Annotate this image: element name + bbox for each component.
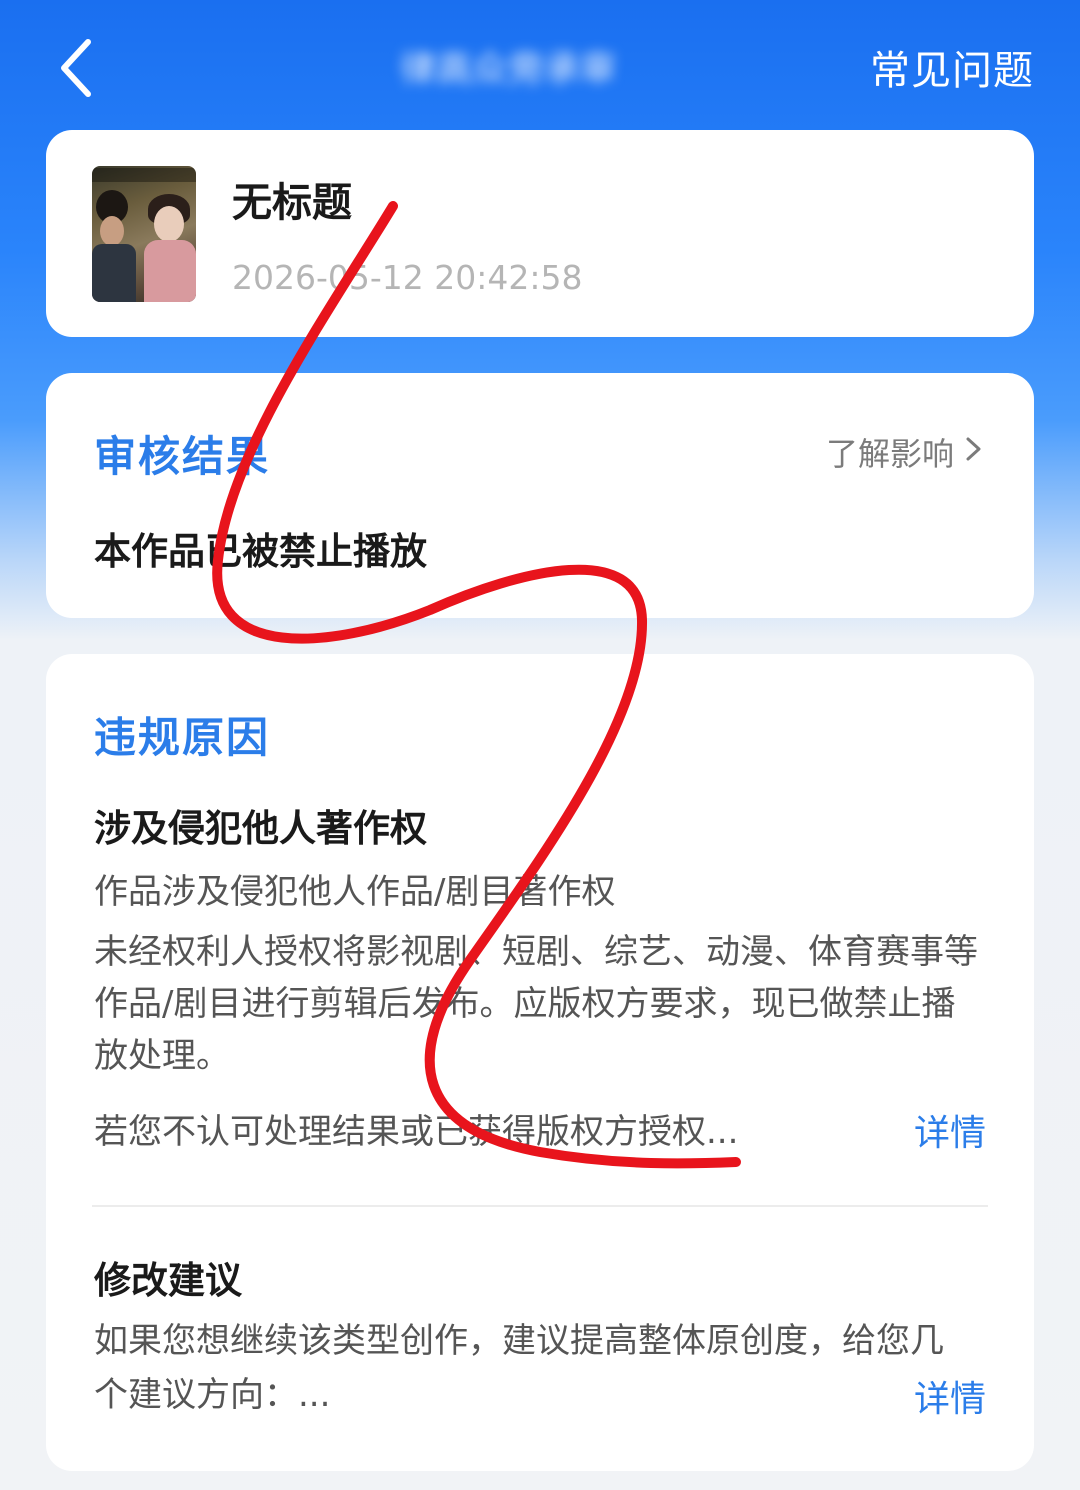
- faq-button[interactable]: 常见问题: [870, 38, 1034, 96]
- violation-reason-heading: 违规原因: [94, 713, 271, 762]
- video-card[interactable]: 无标题 2026-05-12 20:42:58: [46, 130, 1034, 337]
- violation-subtitle: 作品涉及侵犯他人作品/剧目著作权: [94, 872, 616, 912]
- suggestion-detail-link[interactable]: 详情: [914, 1370, 986, 1422]
- divider: [92, 1205, 988, 1207]
- violation-description: 未经权利人授权将影视剧、短剧、综艺、动漫、体育赛事等作品/剧目进行剪辑后发布。应…: [94, 932, 978, 1076]
- chevron-right-icon: [966, 437, 981, 461]
- page-title: 律高众旁承审: [400, 49, 617, 90]
- review-result-heading: 审核结果: [94, 432, 271, 481]
- video-timestamp: 2026-05-12 20:42:58: [232, 258, 583, 297]
- video-title: 无标题: [232, 180, 352, 226]
- top-bar: 律高众旁承审 常见问题: [0, 0, 1080, 130]
- violation-detail-link[interactable]: 详情: [914, 1104, 986, 1156]
- learn-impact-link[interactable]: 了解影响: [826, 429, 984, 475]
- violation-reason-card: 违规原因 涉及侵犯他人著作权 作品涉及侵犯他人作品/剧目著作权 未经权利人授权将…: [46, 654, 1034, 1471]
- appeal-hint-text: 若您不认可处理结果或已获得版权方授权...: [94, 1112, 739, 1152]
- violation-title: 涉及侵犯他人著作权: [94, 807, 427, 850]
- suggestion-title: 修改建议: [94, 1259, 242, 1302]
- suggestion-text: 如果您想继续该类型创作，建议提高整体原创度，给您几个建议方向：...: [94, 1321, 944, 1415]
- review-result-card: 审核结果 了解影响 本作品已被禁止播放: [46, 373, 1034, 618]
- chevron-left-icon: [61, 39, 91, 97]
- review-status-text: 本作品已被禁止播放: [94, 530, 427, 573]
- learn-impact-label: 了解影响: [825, 435, 954, 473]
- video-thumbnail: [92, 166, 196, 302]
- back-button[interactable]: [52, 32, 108, 104]
